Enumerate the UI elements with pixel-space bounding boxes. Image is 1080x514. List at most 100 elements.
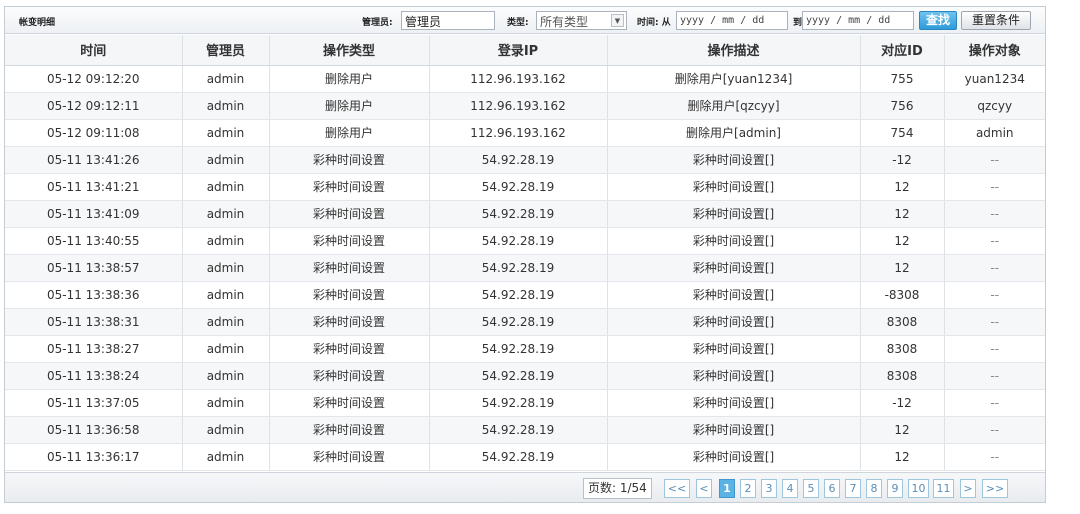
col-op-type-cell: 删除用户 xyxy=(269,65,430,93)
col-target-id-cell: 754 xyxy=(860,119,945,147)
col-op-desc-cell: 删除用户[yuan1234] xyxy=(607,65,861,93)
col-time-cell: 05-11 13:36:58 xyxy=(5,416,183,444)
table-row[interactable]: 05-11 13:38:36 admin 彩种时间设置 54.92.28.19 彩种时间… xyxy=(5,281,1045,309)
page-button-3[interactable]: 3 xyxy=(761,479,777,498)
col-login-ip-cell: 54.92.28.19 xyxy=(429,389,608,417)
last-page-button[interactable]: >> xyxy=(982,479,1008,498)
type-filter-select[interactable]: 所有类型 ▼ xyxy=(536,11,627,30)
col-op-desc-cell: 彩种时间设置[] xyxy=(607,362,861,390)
col-admin-cell: admin xyxy=(182,227,270,255)
col-op-object-cell: -- xyxy=(944,335,1045,363)
col-op-object-cell: -- xyxy=(944,200,1045,228)
col-op-type-cell: 彩种时间设置 xyxy=(269,443,430,471)
table-row[interactable]: 05-12 09:11:08 admin 删除用户 112.96.193.162 删除用… xyxy=(5,119,1045,147)
col-target-id-header: 对应ID xyxy=(860,35,945,66)
page-button-8[interactable]: 8 xyxy=(866,479,882,498)
col-op-desc-cell: 删除用户[admin] xyxy=(607,119,861,147)
col-op-desc-cell: 彩种时间设置[] xyxy=(607,443,861,471)
page-info: 页数: 1/54 xyxy=(583,478,652,499)
table-row[interactable]: 05-11 13:36:17 admin 彩种时间设置 54.92.28.19 彩种时间… xyxy=(5,443,1045,471)
admin-filter-input[interactable]: 管理员 xyxy=(401,11,495,30)
col-time-cell: 05-12 09:12:11 xyxy=(5,92,183,120)
admin-filter-label: 管理员: xyxy=(362,18,393,28)
table-row[interactable]: 05-11 13:38:31 admin 彩种时间设置 54.92.28.19 彩种时间… xyxy=(5,308,1045,336)
col-op-type-cell: 彩种时间设置 xyxy=(269,389,430,417)
col-login-ip-cell: 112.96.193.162 xyxy=(429,119,608,147)
col-op-type-cell: 彩种时间设置 xyxy=(269,227,430,255)
table-row[interactable]: 05-11 13:37:05 admin 彩种时间设置 54.92.28.19 彩种时间… xyxy=(5,389,1045,417)
col-op-desc-cell: 彩种时间设置[] xyxy=(607,200,861,228)
table-row[interactable]: 05-11 13:40:55 admin 彩种时间设置 54.92.28.19 彩种时间… xyxy=(5,227,1045,255)
col-login-ip-cell: 54.92.28.19 xyxy=(429,227,608,255)
col-op-type-cell: 删除用户 xyxy=(269,92,430,120)
col-op-object-cell: -- xyxy=(944,254,1045,282)
time-filter-label: 时间: 从 xyxy=(637,18,671,28)
col-op-object-cell: -- xyxy=(944,416,1045,444)
col-op-object-cell: -- xyxy=(944,308,1045,336)
table-body: 05-12 09:12:20 admin 删除用户 112.96.193.162 删除用… xyxy=(5,65,1045,471)
col-op-object-cell: -- xyxy=(944,389,1045,417)
page-button-11[interactable]: 11 xyxy=(933,479,954,498)
col-login-ip-cell: 54.92.28.19 xyxy=(429,254,608,282)
col-admin-header: 管理员 xyxy=(182,35,270,66)
date-to-input[interactable]: yyyy / mm / dd xyxy=(802,11,914,30)
chevron-down-icon: ▼ xyxy=(611,14,624,27)
table-row[interactable]: 05-11 13:38:27 admin 彩种时间设置 54.92.28.19 彩种时间… xyxy=(5,335,1045,363)
col-op-object-cell: -- xyxy=(944,146,1045,174)
col-op-object-cell: admin xyxy=(944,119,1045,147)
first-page-button[interactable]: << xyxy=(664,479,690,498)
page-button-6[interactable]: 6 xyxy=(824,479,840,498)
col-login-ip-cell: 54.92.28.19 xyxy=(429,281,608,309)
type-filter-label: 类型: xyxy=(507,18,529,28)
page-button-10[interactable]: 10 xyxy=(908,479,929,498)
col-op-desc-cell: 彩种时间设置[] xyxy=(607,254,861,282)
table-row[interactable]: 05-12 09:12:20 admin 删除用户 112.96.193.162 删除用… xyxy=(5,65,1045,93)
col-op-type-cell: 彩种时间设置 xyxy=(269,416,430,444)
col-login-ip-header: 登录IP xyxy=(429,35,608,66)
search-button[interactable]: 查找 xyxy=(919,11,957,30)
col-admin-cell: admin xyxy=(182,92,270,120)
col-admin-cell: admin xyxy=(182,65,270,93)
col-admin-cell: admin xyxy=(182,362,270,390)
col-target-id-cell: 756 xyxy=(860,92,945,120)
table-row[interactable]: 05-11 13:36:58 admin 彩种时间设置 54.92.28.19 彩种时间… xyxy=(5,416,1045,444)
table-row[interactable]: 05-11 13:38:24 admin 彩种时间设置 54.92.28.19 彩种时间… xyxy=(5,362,1045,390)
col-time-cell: 05-11 13:41:09 xyxy=(5,200,183,228)
date-from-input[interactable]: yyyy / mm / dd xyxy=(676,11,788,30)
col-target-id-cell: 12 xyxy=(860,254,945,282)
table-row[interactable]: 05-11 13:41:09 admin 彩种时间设置 54.92.28.19 彩种时间… xyxy=(5,200,1045,228)
reset-button[interactable]: 重置条件 xyxy=(961,11,1031,30)
page-button-9[interactable]: 9 xyxy=(887,479,903,498)
page-button-7[interactable]: 7 xyxy=(845,479,861,498)
page-button-2[interactable]: 2 xyxy=(740,479,756,498)
col-admin-cell: admin xyxy=(182,416,270,444)
col-op-type-cell: 彩种时间设置 xyxy=(269,308,430,336)
table-row[interactable]: 05-11 13:38:57 admin 彩种时间设置 54.92.28.19 彩种时间… xyxy=(5,254,1045,282)
table-row[interactable]: 05-11 13:41:21 admin 彩种时间设置 54.92.28.19 彩种时间… xyxy=(5,173,1045,201)
col-admin-cell: admin xyxy=(182,254,270,282)
table-row[interactable]: 05-12 09:12:11 admin 删除用户 112.96.193.162 删除用… xyxy=(5,92,1045,120)
table-row[interactable]: 05-11 13:41:26 admin 彩种时间设置 54.92.28.19 彩种时间… xyxy=(5,146,1045,174)
col-op-type-cell: 彩种时间设置 xyxy=(269,146,430,174)
col-time-cell: 05-11 13:36:17 xyxy=(5,443,183,471)
page-button-5[interactable]: 5 xyxy=(803,479,819,498)
col-op-desc-cell: 彩种时间设置[] xyxy=(607,281,861,309)
col-time-cell: 05-12 09:12:20 xyxy=(5,65,183,93)
page-button-1[interactable]: 1 xyxy=(719,479,735,498)
page-button-4[interactable]: 4 xyxy=(782,479,798,498)
col-op-type-cell: 彩种时间设置 xyxy=(269,200,430,228)
col-login-ip-cell: 54.92.28.19 xyxy=(429,443,608,471)
next-page-button[interactable]: > xyxy=(960,479,976,498)
col-op-desc-cell: 彩种时间设置[] xyxy=(607,173,861,201)
col-admin-cell: admin xyxy=(182,389,270,417)
col-op-type-cell: 彩种时间设置 xyxy=(269,254,430,282)
col-admin-cell: admin xyxy=(182,146,270,174)
col-time-cell: 05-11 13:40:55 xyxy=(5,227,183,255)
filter-toolbar: 帐变明细 管理员: 管理员 类型: 所有类型 ▼ 时间: 从 yyyy / mm… xyxy=(5,7,1045,34)
col-target-id-cell: 8308 xyxy=(860,362,945,390)
prev-page-button[interactable]: < xyxy=(696,479,712,498)
col-time-header: 时间 xyxy=(5,35,183,66)
col-op-type-cell: 删除用户 xyxy=(269,119,430,147)
col-login-ip-cell: 54.92.28.19 xyxy=(429,173,608,201)
col-login-ip-cell: 112.96.193.162 xyxy=(429,65,608,93)
